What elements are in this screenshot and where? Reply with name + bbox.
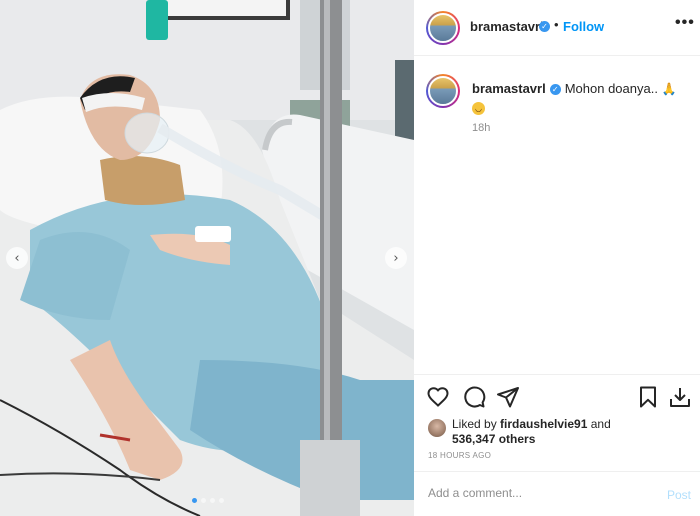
carousel-dot bbox=[201, 498, 206, 503]
liked-prefix: Liked by bbox=[452, 417, 501, 431]
caption-body: Mohon doanya.. bbox=[564, 81, 658, 96]
post-comment-button[interactable]: Post bbox=[667, 488, 691, 502]
chevron-right-icon: › bbox=[393, 250, 399, 266]
share-icon[interactable] bbox=[496, 385, 520, 409]
post-header: bramastavrl ✓ • Follow ••• bbox=[414, 0, 700, 56]
caption-time[interactable]: 18h bbox=[472, 122, 490, 134]
actions-section: Liked by firdaushelvie91 and 536,347 oth… bbox=[414, 374, 700, 516]
post-username[interactable]: bramastavrl bbox=[470, 19, 544, 34]
verified-badge-icon: ✓ bbox=[549, 84, 561, 96]
carousel-next-button[interactable]: › bbox=[385, 247, 407, 269]
liker-avatar[interactable] bbox=[428, 419, 446, 437]
carousel-dot bbox=[219, 498, 224, 503]
comment-icon[interactable] bbox=[462, 385, 486, 409]
caption-username[interactable]: bramastavrl bbox=[472, 81, 546, 96]
carousel-dot bbox=[192, 498, 197, 503]
carousel-indicator bbox=[192, 498, 224, 503]
likes-count-link[interactable]: 536,347 others bbox=[452, 432, 535, 446]
post-time-ago[interactable]: 18 HOURS AGO bbox=[428, 451, 491, 460]
mask-face-icon: ◡ bbox=[472, 102, 485, 116]
bookmark-icon[interactable] bbox=[636, 385, 660, 409]
download-icon[interactable] bbox=[668, 385, 692, 409]
verified-badge-icon: ✓ bbox=[539, 21, 550, 32]
comment-input[interactable] bbox=[428, 486, 648, 500]
follow-button[interactable]: Follow bbox=[563, 19, 604, 34]
chevron-left-icon: ‹ bbox=[14, 250, 20, 266]
avatar[interactable] bbox=[426, 11, 460, 45]
caption-avatar[interactable] bbox=[426, 74, 460, 108]
post-side-panel: bramastavrl ✓ • Follow ••• bramastavrl ✓ M… bbox=[414, 0, 700, 516]
post-image[interactable]: ‹ › bbox=[0, 0, 414, 516]
likes-text: Liked by firdaushelvie91 and 536,347 oth… bbox=[452, 417, 652, 447]
liked-mid: and bbox=[587, 417, 611, 431]
praying-hands-icon: 🙏 bbox=[661, 82, 677, 96]
separator-dot: • bbox=[554, 17, 559, 32]
liked-user-link[interactable]: firdaushelvie91 bbox=[500, 417, 587, 431]
carousel-dot bbox=[210, 498, 215, 503]
heart-icon[interactable] bbox=[426, 385, 450, 409]
hospital-photo bbox=[0, 0, 414, 516]
more-options-icon[interactable]: ••• bbox=[675, 14, 695, 32]
caption-text: bramastavrl ✓ Mohon doanya.. 🙏 ◡ bbox=[472, 80, 687, 116]
comment-box: Post bbox=[414, 471, 700, 516]
carousel-prev-button[interactable]: ‹ bbox=[6, 247, 28, 269]
